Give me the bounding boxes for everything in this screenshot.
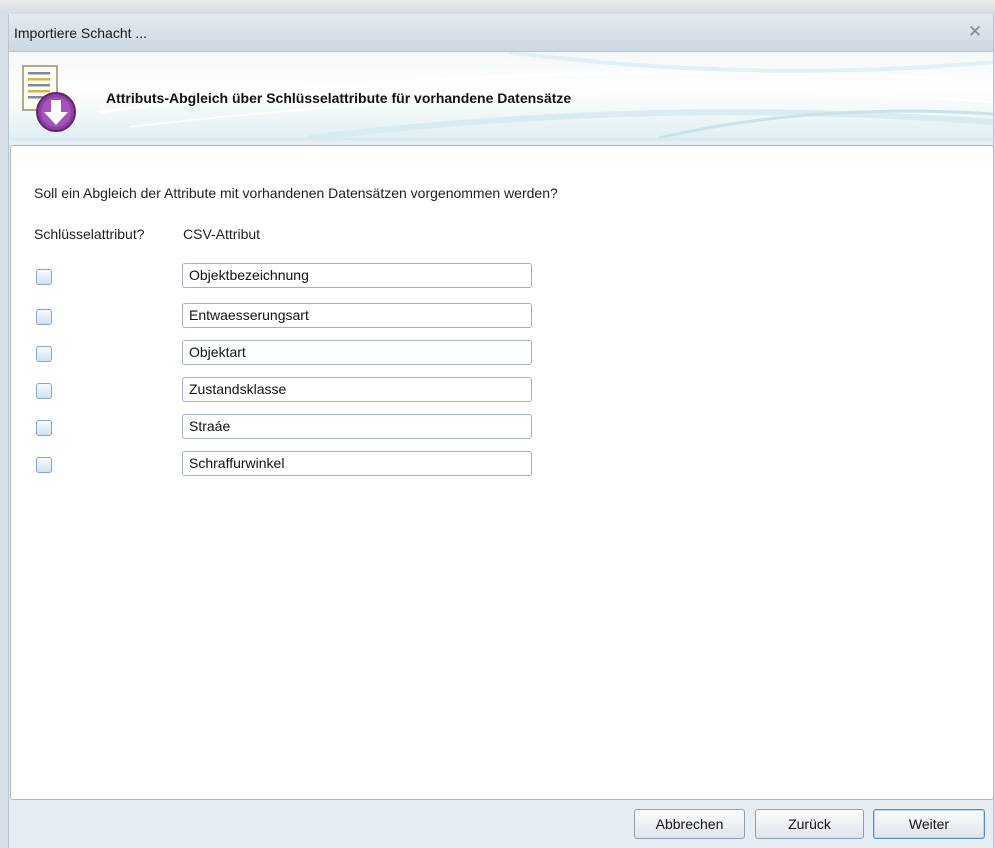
csv-attribute-field[interactable]: Schraffurwinkel [182, 451, 532, 476]
attribute-row: Objektbezeichnung [11, 263, 991, 293]
attribute-row: Objektart [11, 340, 991, 370]
key-attribute-checkbox[interactable] [36, 269, 52, 285]
document-download-icon [22, 65, 76, 132]
banner-separator [9, 138, 993, 144]
close-icon[interactable]: ✕ [965, 22, 985, 42]
key-attribute-checkbox[interactable] [36, 420, 52, 436]
title-bar: Importiere Schacht ... ✕ [9, 14, 993, 52]
key-attribute-checkbox[interactable] [36, 383, 52, 399]
banner-title: Attributs-Abgleich über Schlüsselattribu… [106, 90, 572, 106]
key-attribute-checkbox[interactable] [36, 346, 52, 362]
csv-attribute-field[interactable]: Straáe [182, 414, 532, 439]
cancel-button[interactable]: Abbrechen [634, 809, 745, 839]
key-attribute-checkbox[interactable] [36, 457, 52, 473]
key-attribute-checkbox[interactable] [36, 309, 52, 325]
window-title: Importiere Schacht ... [14, 25, 148, 41]
column-header-csv-attribute: CSV-Attribut [183, 226, 261, 242]
question-text: Soll ein Abgleich der Attribute mit vorh… [34, 185, 558, 201]
attribute-row: Schraffurwinkel [11, 451, 991, 481]
background-window-strip: ‾‾ ‾ ‾‾ ‾‾‾ ‾‾‾ ‾ ‾ ‾‾ ‾ ‾ ‾‾‾ ‾‾ ‾‾ ‾ ‾… [0, 0, 995, 14]
background-window-glyphs: ‾‾ ‾ ‾‾ ‾‾‾ ‾‾‾ ‾ ‾ ‾‾ ‾ ‾ ‾‾‾ ‾‾ ‾‾ ‾ ‾… [100, 0, 368, 11]
attribute-row: Entwaesserungsart [11, 303, 991, 333]
back-button[interactable]: Zurück [755, 809, 864, 839]
import-dialog: Importiere Schacht ... ✕ Attributs-Abgle… [8, 14, 994, 848]
attribute-row: Straáe [11, 414, 991, 444]
next-button[interactable]: Weiter [873, 809, 985, 839]
attribute-row: Zustandsklasse [11, 377, 991, 407]
csv-attribute-field[interactable]: Objektbezeichnung [182, 263, 532, 288]
csv-attribute-field[interactable]: Entwaesserungsart [182, 303, 532, 328]
content-panel: Soll ein Abgleich der Attribute mit vorh… [10, 145, 994, 800]
csv-attribute-field[interactable]: Objektart [182, 340, 532, 365]
csv-attribute-field[interactable]: Zustandsklasse [182, 377, 532, 402]
wizard-banner: Attributs-Abgleich über Schlüsselattribu… [9, 52, 993, 138]
column-header-key-attribute: Schlüsselattribut? [34, 226, 145, 242]
